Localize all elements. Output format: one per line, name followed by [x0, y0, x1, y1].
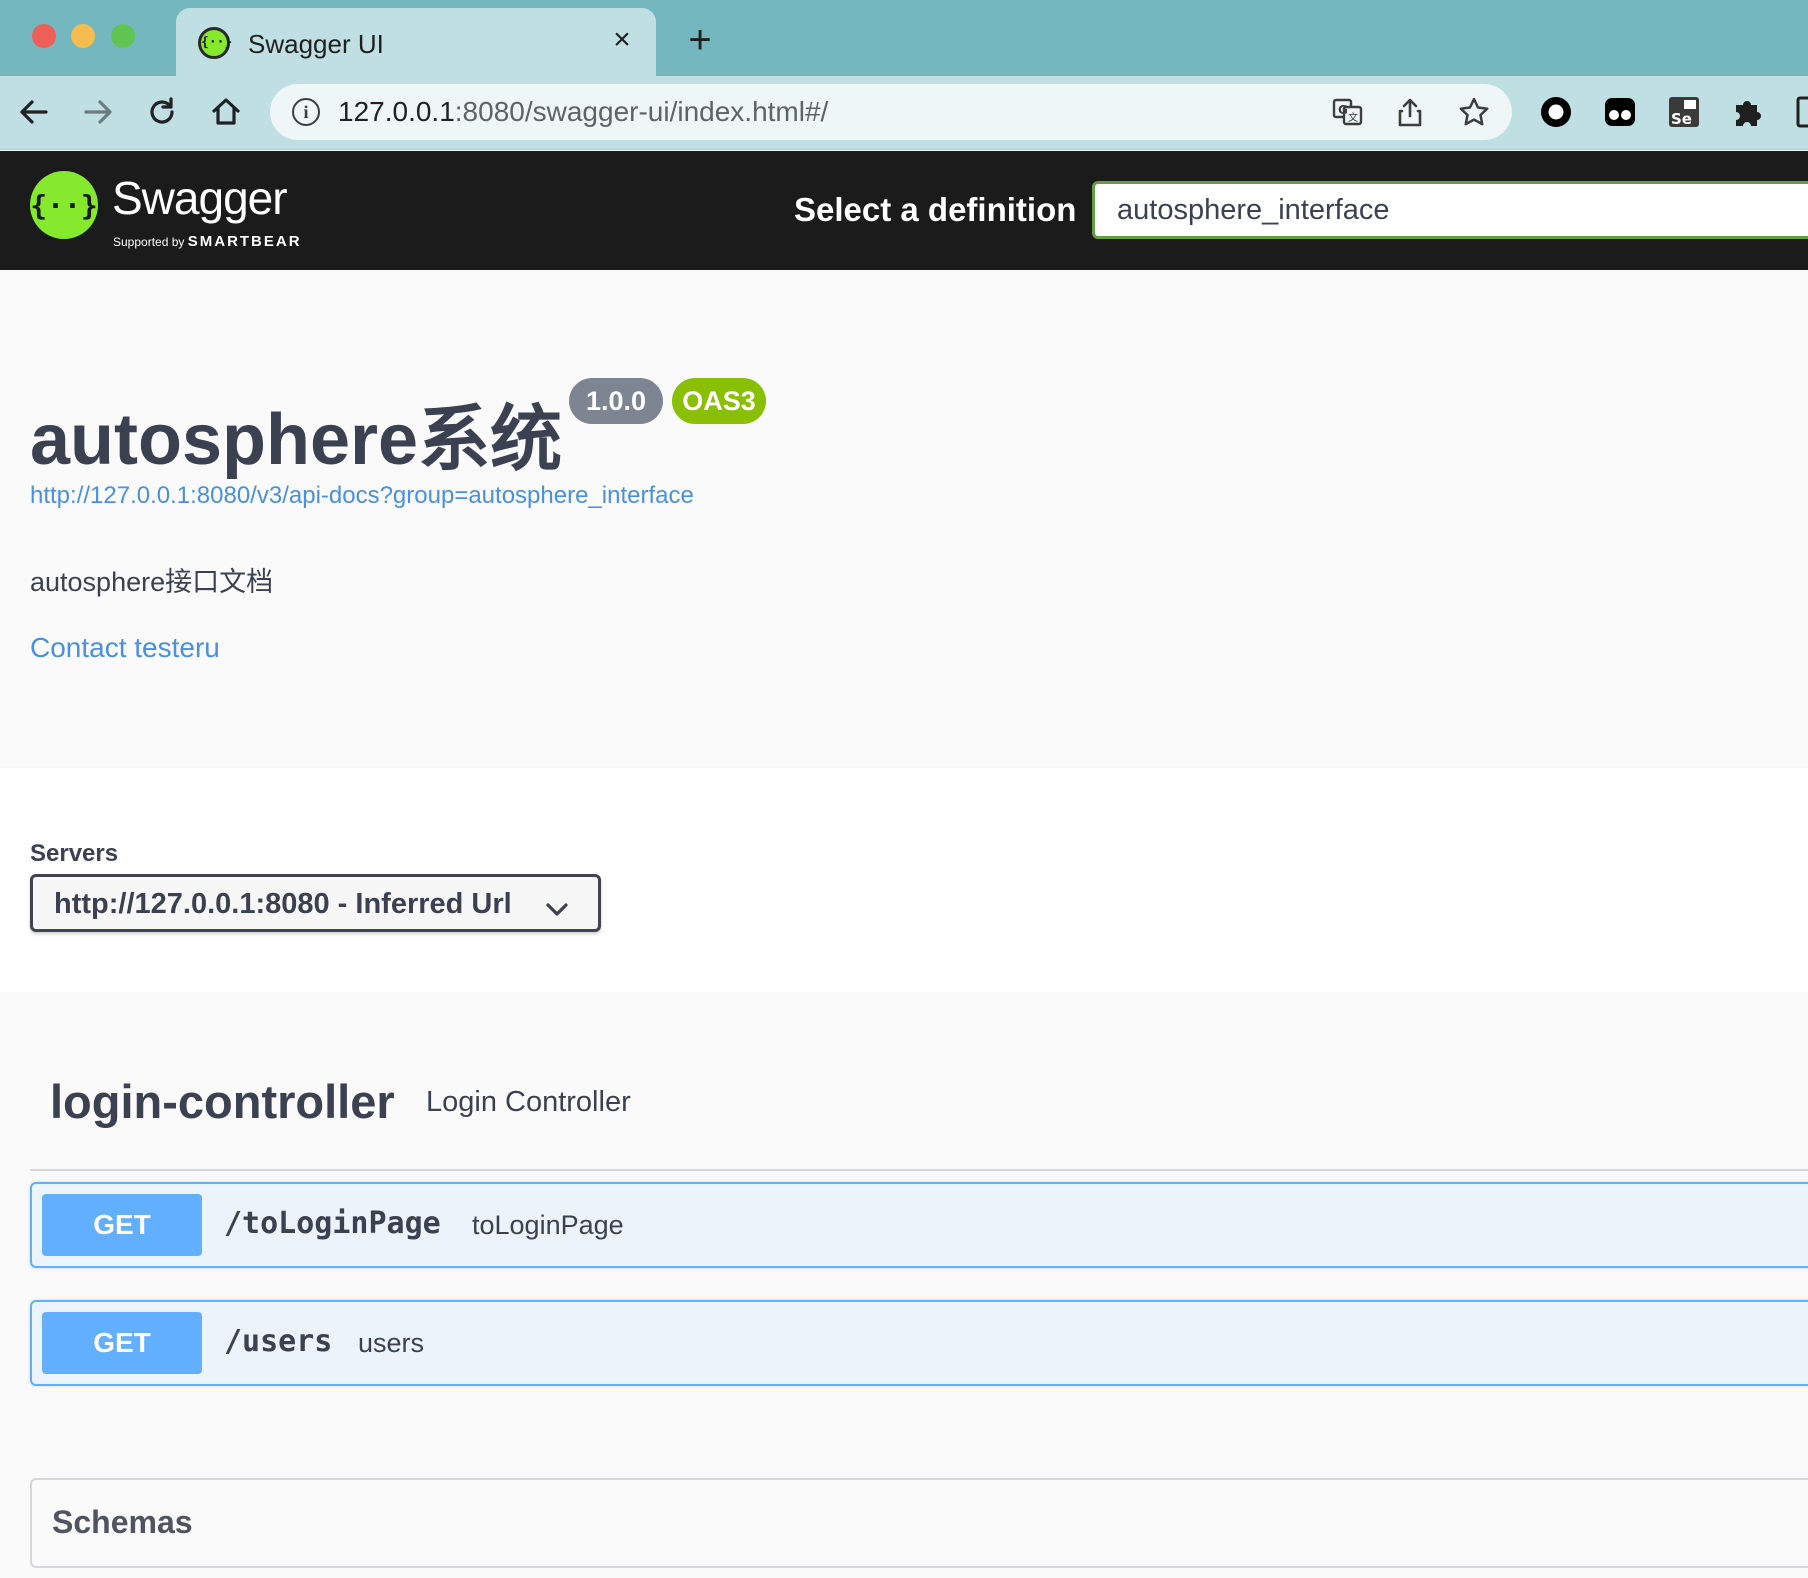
tab-title: Swagger UI	[248, 29, 384, 59]
url-text[interactable]: 127.0.0.1:8080/swagger-ui/index.html#/	[338, 96, 828, 128]
api-title: autosphere系统	[30, 400, 563, 480]
share-icon[interactable]	[1392, 94, 1428, 130]
reload-icon[interactable]	[142, 92, 182, 132]
api-info: autosphere系统 1.0.0 OAS3 http://127.0.0.1…	[0, 270, 1808, 768]
operation-path: /toLoginPage	[224, 1206, 441, 1241]
contact-link[interactable]: Contact testeru	[30, 632, 220, 664]
swagger-favicon-icon: {··}	[198, 27, 232, 59]
spec-url-link[interactable]: http://127.0.0.1:8080/v3/api-docs?group=…	[30, 482, 694, 510]
server-select[interactable]: http://127.0.0.1:8080 - Inferred Url	[30, 874, 601, 932]
new-tab-button[interactable]: +	[680, 20, 720, 60]
operation-get-tologinpage[interactable]: GET /toLoginPage toLoginPage	[30, 1182, 1808, 1268]
version-badge: 1.0.0	[569, 378, 663, 424]
back-icon[interactable]	[14, 92, 54, 132]
address-bar[interactable]: i 127.0.0.1:8080/swagger-ui/index.html#/…	[270, 84, 1512, 140]
translate-icon[interactable]: G文	[1330, 94, 1366, 130]
browser-tab-strip: {··} Swagger UI × +	[0, 0, 1808, 76]
browser-tab-swagger[interactable]: {··} Swagger UI ×	[176, 8, 656, 76]
chevron-down-icon	[546, 903, 568, 916]
servers-label: Servers	[30, 840, 119, 867]
window-close-button[interactable]	[32, 24, 56, 48]
selenium-label: Se	[1671, 110, 1692, 128]
svg-text:{··}: {··}	[30, 189, 97, 222]
extension-glasses-icon[interactable]	[1602, 94, 1638, 130]
window-minimize-button[interactable]	[71, 24, 95, 48]
tag-divider	[30, 1169, 1808, 1171]
oas-badge: OAS3	[672, 378, 766, 424]
swagger-logo-subtitle: Supported by SMARTBEAR	[113, 233, 302, 250]
tag-description: Login Controller	[426, 1086, 631, 1118]
browser-toolbar: i 127.0.0.1:8080/swagger-ui/index.html#/…	[0, 76, 1808, 150]
operations-section: login-controller Login Controller GET /t…	[0, 992, 1808, 1578]
tag-name[interactable]: login-controller	[50, 1074, 395, 1129]
swagger-topbar: {··} Swagger Supported by SMARTBEAR Sele…	[0, 151, 1808, 270]
tab-close-button[interactable]: ×	[606, 24, 638, 56]
puzzle-icon[interactable]	[1730, 94, 1766, 130]
method-badge: GET	[42, 1312, 202, 1374]
selenium-icon[interactable]: Se	[1666, 94, 1702, 130]
operation-summary: users	[358, 1328, 425, 1358]
select-definition-label: Select a definition	[794, 191, 1077, 228]
sidepanel-icon[interactable]	[1794, 94, 1808, 130]
schemas-title: Schemas	[52, 1504, 193, 1540]
swagger-logo-text: Swagger	[112, 172, 288, 224]
operation-path: /users	[224, 1324, 333, 1359]
operation-get-users[interactable]: GET /users users	[30, 1300, 1808, 1386]
svg-text:文: 文	[1348, 111, 1358, 124]
schemas-section[interactable]: Schemas	[30, 1478, 1808, 1568]
window-zoom-button[interactable]	[111, 24, 135, 48]
method-badge: GET	[42, 1194, 202, 1256]
api-description: autosphere接口文档	[30, 567, 274, 597]
record-icon[interactable]	[1538, 94, 1574, 130]
definition-select[interactable]: autosphere_interface	[1092, 181, 1808, 239]
forward-icon[interactable]	[78, 92, 118, 132]
servers-section: Servers http://127.0.0.1:8080 - Inferred…	[0, 768, 1808, 992]
star-icon[interactable]	[1456, 94, 1492, 130]
home-icon[interactable]	[206, 92, 246, 132]
svg-text:G: G	[1338, 103, 1348, 117]
operation-summary: toLoginPage	[472, 1210, 624, 1240]
swagger-logo-icon[interactable]: {··}	[30, 171, 98, 239]
info-icon[interactable]: i	[292, 98, 320, 126]
